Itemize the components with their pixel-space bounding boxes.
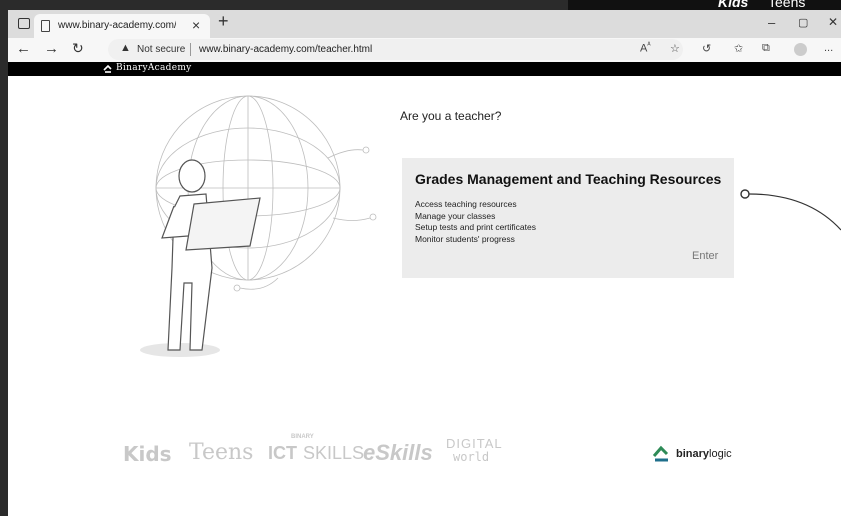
ict-logo-light[interactable]: SKILLS (303, 443, 364, 464)
teacher-globe-illustration (140, 95, 377, 357)
card-title: Grades Management and Teaching Resources (415, 171, 722, 187)
brand-logo-icon (103, 64, 112, 73)
digital-world-logo-top[interactable]: DIGITAL (446, 436, 503, 451)
more-icon[interactable]: ... (824, 42, 833, 54)
forward-icon[interactable]: → (44, 40, 59, 57)
promo-kids: Kids (718, 0, 749, 10)
tab-strip: www.binary-academy.com/teach × + – ▢ ✕ (8, 10, 841, 38)
promo-banner: Kids Teens (568, 0, 841, 10)
binarylogic-bold: binary (676, 448, 710, 460)
minimize-button[interactable]: – (768, 15, 775, 30)
enter-link[interactable]: Enter (692, 250, 718, 262)
read-aloud-icon[interactable]: Aᴬ (640, 42, 651, 55)
binarylogic-logo[interactable]: binarylogic (676, 448, 732, 460)
teens-logo[interactable]: Teens (189, 440, 253, 465)
connector-decoration (740, 189, 841, 231)
list-item: Manage your classes (415, 210, 496, 221)
brand-name[interactable]: BinaryAcademy (116, 63, 192, 73)
tab-actions-icon[interactable] (18, 18, 30, 29)
tab-close-button[interactable]: × (192, 17, 200, 33)
teacher-resources-card[interactable]: Grades Management and Teaching Resources… (402, 158, 734, 278)
address-toolbar: ← → ↻ ▲ Not secure www.binary-academy.co… (8, 38, 841, 62)
tab-title: www.binary-academy.com/teach (58, 20, 176, 31)
site-header: BinaryAcademy (8, 62, 841, 76)
page-question: Are you a teacher? (400, 109, 502, 123)
binarylogic-light: logic (709, 448, 732, 460)
collections-icon[interactable]: ⧉ (762, 42, 770, 55)
list-item: Access teaching resources (415, 199, 517, 209)
eskills-logo[interactable]: eSkills (363, 440, 433, 466)
digital-world-logo-bottom: world (453, 450, 490, 464)
promo-teens: Teens (768, 0, 806, 10)
list-item: Monitor students' progress (415, 234, 515, 245)
page-icon (41, 20, 50, 32)
url-text[interactable]: www.binary-academy.com/teacher.html (199, 44, 372, 55)
back-icon[interactable]: ← (16, 40, 31, 57)
profile-icon[interactable] (794, 43, 807, 56)
address-separator (190, 43, 191, 56)
new-tab-button[interactable]: + (218, 11, 229, 32)
favorites-icon[interactable]: ✩ (734, 42, 743, 55)
refresh-extensions-icon[interactable]: ↺ (702, 42, 711, 55)
close-window-button[interactable]: ✕ (828, 15, 838, 29)
maximize-button[interactable]: ▢ (798, 16, 808, 29)
favorites-add-icon[interactable]: ☆ (670, 42, 680, 55)
refresh-icon[interactable]: ↻ (72, 40, 84, 57)
ict-logo-bold[interactable]: ICT (268, 443, 297, 464)
warning-icon: ▲ (120, 42, 131, 54)
kids-logo[interactable]: Kids (123, 442, 172, 466)
address-bar[interactable]: ▲ Not secure www.binary-academy.com/teac… (108, 39, 683, 60)
card-feature-list: Access teaching resources Manage your cl… (415, 199, 536, 246)
ict-logo-small: BINARY (291, 434, 314, 440)
tab-active[interactable]: www.binary-academy.com/teach × (34, 14, 210, 38)
security-label[interactable]: Not secure (137, 44, 185, 55)
browser-window: Kids Teens www.binary-academy.com/teach … (0, 0, 841, 516)
list-item: Setup tests and print certificates (415, 222, 536, 233)
page-content: Are you a teacher? Grades Management and… (8, 76, 841, 516)
binarylogic-logo-icon (652, 445, 669, 462)
